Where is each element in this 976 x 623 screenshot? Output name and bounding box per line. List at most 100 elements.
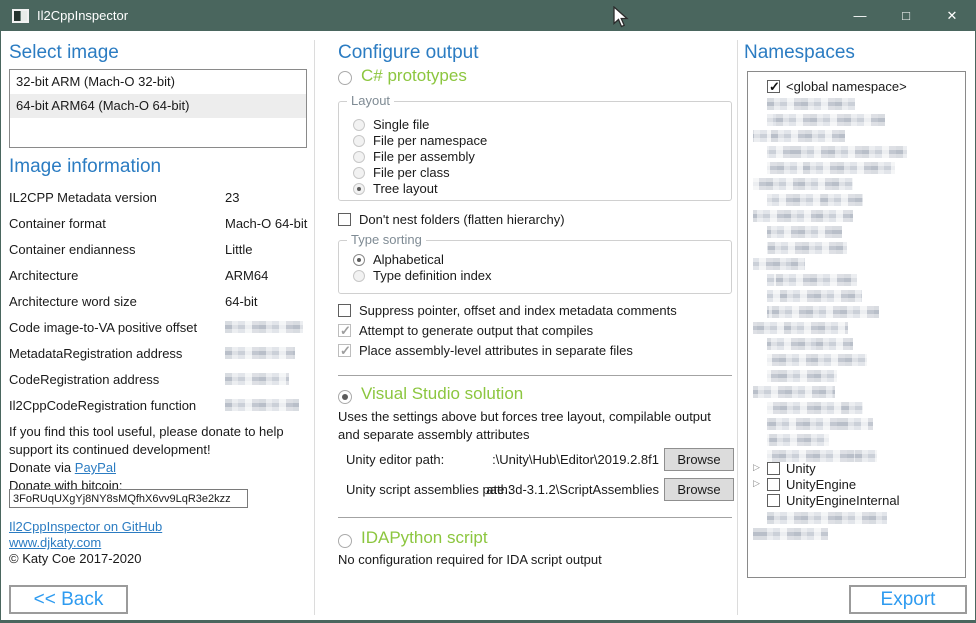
redacted-namespace-row[interactable] bbox=[767, 512, 887, 524]
unityengine-checkbox[interactable] bbox=[767, 478, 780, 491]
redacted-value bbox=[225, 399, 299, 411]
redacted-namespace-row[interactable] bbox=[767, 338, 853, 350]
unity-editor-browse-button[interactable]: Browse bbox=[664, 448, 734, 471]
attempt-compile-label[interactable]: Attempt to generate output that compiles bbox=[359, 323, 593, 338]
info-row: CodeRegistration address bbox=[9, 372, 309, 388]
divider-middle-right bbox=[737, 40, 738, 615]
minimize-icon: — bbox=[854, 8, 867, 23]
donate-paypal-line: Donate via PayPal bbox=[9, 460, 116, 475]
visual-studio-solution-radio[interactable] bbox=[338, 390, 352, 404]
unity-editor-path-label: Unity editor path: bbox=[346, 452, 444, 467]
sorting-type-definition-index-label[interactable]: Type definition index bbox=[373, 268, 492, 283]
minimize-button[interactable]: — bbox=[837, 0, 883, 31]
layout-file-per-assembly-radio[interactable] bbox=[353, 151, 365, 163]
redacted-namespace-row[interactable] bbox=[767, 114, 885, 126]
expander-icon[interactable]: ▷ bbox=[753, 462, 760, 473]
unityengineinternal-checkbox[interactable] bbox=[767, 494, 780, 507]
copyright-text: © Katy Coe 2017-2020 bbox=[9, 551, 141, 566]
layout-file-per-class-label[interactable]: File per class bbox=[373, 165, 450, 180]
global-namespace-checkbox[interactable] bbox=[767, 80, 780, 93]
maximize-button[interactable]: □ bbox=[883, 0, 929, 31]
info-row: Il2CppCodeRegistration function bbox=[9, 398, 309, 414]
layout-tree-layout-label[interactable]: Tree layout bbox=[373, 181, 438, 196]
csharp-prototypes-label[interactable]: C# prototypes bbox=[361, 66, 467, 86]
namespace-item-global[interactable]: <global namespace> bbox=[748, 80, 965, 96]
redacted-namespace-row[interactable] bbox=[767, 162, 895, 174]
unity-editor-path-value[interactable]: :\Unity\Hub\Editor\2019.2.8f1 bbox=[441, 452, 659, 467]
redacted-namespace-row[interactable] bbox=[753, 130, 845, 142]
redacted-namespace-row[interactable] bbox=[767, 290, 862, 302]
flatten-hierarchy-checkbox[interactable] bbox=[338, 213, 351, 226]
redacted-namespace-row[interactable] bbox=[767, 354, 867, 366]
redacted-namespace-row[interactable] bbox=[753, 322, 848, 334]
redacted-namespace-row[interactable] bbox=[767, 194, 863, 206]
redacted-value bbox=[225, 347, 295, 359]
export-button[interactable]: Export bbox=[849, 585, 967, 614]
namespace-item-unityengine[interactable]: ▷ UnityEngine bbox=[748, 478, 965, 494]
flatten-hierarchy-label[interactable]: Don't nest folders (flatten hierarchy) bbox=[359, 212, 565, 227]
bitcoin-address-field[interactable] bbox=[9, 489, 248, 508]
redacted-namespace-row[interactable] bbox=[767, 434, 829, 446]
csharp-prototypes-radio[interactable] bbox=[338, 71, 352, 85]
redacted-namespace-row[interactable] bbox=[753, 528, 828, 540]
redacted-namespace-row[interactable] bbox=[767, 450, 877, 462]
sorting-alphabetical-label[interactable]: Alphabetical bbox=[373, 252, 444, 267]
layout-file-per-namespace-label[interactable]: File per namespace bbox=[373, 133, 487, 148]
redacted-namespace-row[interactable] bbox=[767, 370, 837, 382]
layout-file-per-assembly-label[interactable]: File per assembly bbox=[373, 149, 475, 164]
sorting-type-definition-index-radio[interactable] bbox=[353, 270, 365, 282]
redacted-namespace-row[interactable] bbox=[767, 274, 857, 286]
suppress-metadata-comments-checkbox[interactable] bbox=[338, 304, 351, 317]
website-link[interactable]: www.djkaty.com bbox=[9, 535, 101, 550]
visual-studio-solution-label[interactable]: Visual Studio solution bbox=[361, 384, 523, 404]
redacted-namespace-row[interactable] bbox=[753, 386, 835, 398]
idapython-script-label[interactable]: IDAPython script bbox=[361, 528, 488, 548]
namespaces-header: Namespaces bbox=[744, 42, 855, 64]
mouse-cursor-icon bbox=[613, 6, 633, 29]
layout-single-file-label[interactable]: Single file bbox=[373, 117, 429, 132]
github-link[interactable]: Il2CppInspector on GitHub bbox=[9, 519, 162, 534]
paypal-link[interactable]: PayPal bbox=[75, 460, 116, 475]
image-list-item[interactable]: 32-bit ARM (Mach-O 32-bit) bbox=[10, 70, 306, 94]
namespaces-listbox: <global namespace> ▷ Unity ▷ UnityEngine… bbox=[747, 71, 966, 578]
redacted-namespace-row[interactable] bbox=[767, 242, 847, 254]
sorting-alphabetical-radio[interactable] bbox=[353, 254, 365, 266]
namespace-item-unityengineinternal[interactable]: UnityEngineInternal bbox=[748, 494, 965, 510]
attempt-compile-checkbox[interactable] bbox=[338, 324, 351, 337]
info-row: Architecture word size 64-bit bbox=[9, 294, 309, 310]
unity-script-path-value[interactable]: ate.3d-3.1.2\ScriptAssemblies bbox=[441, 482, 659, 497]
expander-icon[interactable]: ▷ bbox=[753, 478, 760, 489]
layout-file-per-class-radio[interactable] bbox=[353, 167, 365, 179]
layout-single-file-radio[interactable] bbox=[353, 119, 365, 131]
idapython-description: No configuration required for IDA script… bbox=[338, 551, 730, 569]
redacted-namespace-row[interactable] bbox=[753, 178, 853, 190]
idapython-script-radio[interactable] bbox=[338, 534, 352, 548]
assembly-attributes-label[interactable]: Place assembly-level attributes in separ… bbox=[359, 343, 633, 358]
assembly-attributes-checkbox[interactable] bbox=[338, 344, 351, 357]
image-list-item-selected[interactable]: 64-bit ARM64 (Mach-O 64-bit) bbox=[10, 94, 306, 118]
info-row: IL2CPP Metadata version 23 bbox=[9, 190, 309, 206]
redacted-value bbox=[225, 373, 289, 385]
redacted-namespace-row[interactable] bbox=[767, 226, 842, 238]
info-row: Architecture ARM64 bbox=[9, 268, 309, 284]
back-button[interactable]: << Back bbox=[9, 585, 128, 614]
redacted-namespace-row[interactable] bbox=[767, 418, 873, 430]
redacted-namespace-row[interactable] bbox=[767, 306, 879, 318]
layout-groupbox: Layout Single file File per namespace Fi… bbox=[338, 101, 732, 201]
redacted-namespace-row[interactable] bbox=[767, 98, 855, 110]
layout-file-per-namespace-radio[interactable] bbox=[353, 135, 365, 147]
maximize-icon: □ bbox=[902, 8, 910, 23]
layout-tree-layout-radio[interactable] bbox=[353, 183, 365, 195]
redacted-namespace-row[interactable] bbox=[753, 210, 853, 222]
app-window: Il2CppInspector — □ ✕ Select image 32-bi… bbox=[0, 0, 976, 623]
redacted-namespace-row[interactable] bbox=[767, 146, 907, 158]
unity-script-browse-button[interactable]: Browse bbox=[664, 478, 734, 501]
redacted-namespace-row[interactable] bbox=[767, 402, 863, 414]
unity-checkbox[interactable] bbox=[767, 462, 780, 475]
close-button[interactable]: ✕ bbox=[929, 0, 975, 31]
visual-studio-description: Uses the settings above but forces tree … bbox=[338, 408, 730, 444]
suppress-metadata-comments-label[interactable]: Suppress pointer, offset and index metad… bbox=[359, 303, 677, 318]
redacted-namespace-row[interactable] bbox=[753, 258, 805, 270]
namespace-item-unity[interactable]: ▷ Unity bbox=[748, 462, 965, 478]
type-sorting-groupbox: Type sorting Alphabetical Type definitio… bbox=[338, 240, 732, 294]
